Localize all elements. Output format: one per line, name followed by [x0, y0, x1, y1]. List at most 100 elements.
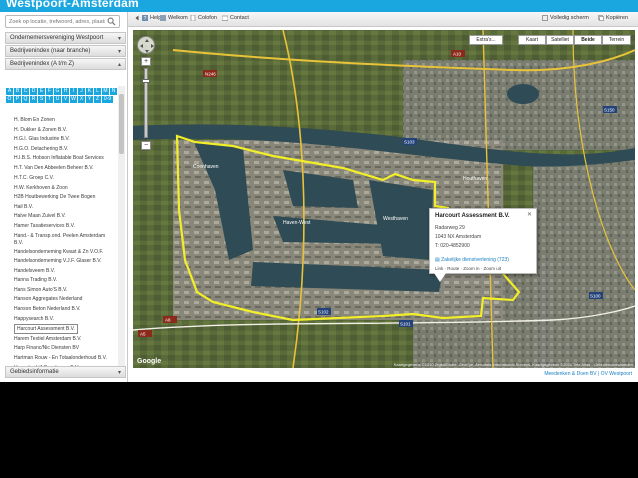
company-list-item[interactable]: H.W. Kerkhoven & Zoon — [14, 184, 114, 194]
popup-action-zoom-out[interactable]: Zoom uit — [484, 266, 502, 271]
company-list-item[interactable]: H. Blom En Zonen — [14, 116, 114, 126]
company-list-item[interactable]: H.G.I. Glas Industrie B.V. — [14, 135, 114, 145]
letter-button[interactable]: R — [30, 96, 37, 103]
letter-button[interactable]: Y — [86, 96, 93, 103]
pan-control[interactable] — [137, 36, 155, 54]
colofon-button[interactable]: Colofon — [190, 15, 217, 21]
company-name: Handelsonderneming Kwast & Zn V.O.F. — [14, 248, 104, 255]
maptype-satelliet[interactable]: Satelliet — [546, 35, 574, 45]
popup-category-link[interactable]: ▤ Zakelijke dienstverlening (723) — [435, 257, 509, 263]
letter-button[interactable]: S — [38, 96, 45, 103]
letter-button[interactable]: H — [62, 88, 69, 95]
zoom-out-button[interactable]: − — [141, 141, 151, 150]
scrollbar-thumb[interactable] — [119, 94, 124, 154]
company-list-item[interactable]: H.T.C. Groep C.V. — [14, 174, 114, 184]
company-name: H.T.C. Groep C.V. — [14, 174, 54, 181]
popup-action-link[interactable]: Link — [435, 266, 443, 271]
search-input[interactable] — [9, 17, 105, 27]
letter-button[interactable]: K — [86, 88, 93, 95]
letter-row: O P Q R S T U V W X Y Z 0-9 — [6, 96, 118, 103]
letter-button[interactable]: F — [46, 88, 53, 95]
copy-button[interactable]: Kopiëren — [598, 15, 628, 21]
letter-button[interactable]: Z — [94, 96, 101, 103]
company-list-item[interactable]: Hanson Aggregates Nederland — [14, 295, 114, 305]
letter-button[interactable]: D — [30, 88, 37, 95]
letter-button[interactable]: L — [94, 88, 101, 95]
company-list-item[interactable]: Happysearch B.V. — [14, 315, 114, 325]
close-icon[interactable]: ✕ — [527, 211, 532, 218]
company-list-item[interactable]: Halve Maan Zuivel B.V. — [14, 212, 114, 222]
letter-button[interactable]: U — [54, 96, 61, 103]
letter-button[interactable]: T — [46, 96, 53, 103]
company-name: Hans Simon Auto'S B.V. — [14, 286, 68, 293]
letter-button[interactable]: 0-9 — [102, 96, 113, 103]
company-list-item[interactable]: H.T. Van Den Abbeelen Beheer B.V. — [14, 164, 114, 174]
help-button[interactable]: ? Help — [142, 15, 161, 21]
letter-button[interactable]: A — [6, 88, 13, 95]
zoom-in-button[interactable]: + — [141, 57, 151, 66]
back-button[interactable] — [134, 15, 140, 21]
section-label: Ondernemersvereniging Westpoort — [10, 35, 104, 41]
satellite-map[interactable]: N246 A10 A5 S103 S102 S100 A8 S101 S150 … — [133, 30, 635, 368]
section-bedrijvenindex-branche[interactable]: Bedrijvenindex (naar branche) ▾ — [5, 45, 126, 57]
letter-button[interactable]: N — [110, 88, 117, 95]
label-haven-west: Haven-West — [283, 220, 311, 226]
company-list-item[interactable]: Handelsonderneming Kwast & Zn V.O.F. — [14, 249, 114, 256]
company-list-item[interactable]: Handelsveem B.V. — [14, 267, 114, 277]
company-list-item[interactable]: H2B Houtbewerking De Twee Bogen — [14, 193, 114, 203]
maptype-beide[interactable]: Beide — [574, 35, 602, 45]
extras-button[interactable]: Extra's... — [469, 35, 503, 45]
section-ondernemersvereniging[interactable]: Ondernemersvereniging Westpoort ▾ — [5, 32, 126, 44]
title-bar: Westpoort-Amsterdam — [0, 0, 638, 12]
section-bedrijvenindex-az[interactable]: Bedrijvenindex (A t/m Z) ▴ — [5, 58, 126, 70]
maptype-kaart[interactable]: Kaart — [518, 35, 546, 45]
company-name: Hanna Trading B.V. — [14, 277, 58, 284]
company-list-item[interactable]: H.I.B.S. Hobson Inflatable Boat Services — [14, 155, 114, 162]
footer-credits-link[interactable]: Meedenken & Doen BV | OV Westpoort — [544, 371, 632, 377]
letter-button[interactable]: O — [6, 96, 13, 103]
zoom-slider[interactable] — [142, 68, 150, 138]
sidebar-scrollbar[interactable] — [118, 86, 125, 376]
company-list-item[interactable]: Hail B.V. — [14, 203, 114, 213]
letter-button[interactable]: E — [38, 88, 45, 95]
maptype-terrein[interactable]: Terrein — [602, 35, 631, 45]
company-list-item[interactable]: H. Dukker & Zonen B.V. — [14, 126, 114, 136]
zoom-slider-knob[interactable] — [142, 79, 150, 83]
company-list-item[interactable]: Hamer Taxatieservices B.V. — [14, 222, 114, 232]
letter-button[interactable]: G — [54, 88, 61, 95]
mail-icon — [222, 15, 228, 21]
company-list-item[interactable]: Hanna Trading B.V. — [14, 276, 114, 286]
company-list-item[interactable]: Handelsonderneming V.J.F. Glaser B.V. — [14, 258, 114, 265]
section-gebiedsinformatie[interactable]: Gebiedsinformatie ▾ — [5, 366, 126, 378]
search-icon[interactable] — [107, 17, 116, 26]
letter-button[interactable]: B — [14, 88, 21, 95]
svg-text:A8: A8 — [165, 318, 171, 323]
letter-button[interactable]: V — [62, 96, 69, 103]
company-list-item[interactable]: Hans Simon Auto'S B.V. — [14, 286, 114, 296]
letter-button[interactable]: P — [14, 96, 21, 103]
company-list-item[interactable]: Harem Textiel Amsterdam B.V. — [14, 335, 114, 345]
contact-label: Contact — [230, 15, 249, 21]
letter-button[interactable]: Q — [22, 96, 29, 103]
letter-button[interactable]: X — [78, 96, 85, 103]
svg-text:S102: S102 — [318, 310, 329, 315]
colofon-label: Colofon — [198, 15, 217, 21]
welkom-button[interactable]: Welkom — [160, 15, 188, 21]
company-list-item[interactable]: Hand.- & Transp.ond. Peelen Amsterdam B.… — [14, 233, 114, 247]
letter-button[interactable]: M — [102, 88, 109, 95]
popup-action-zoom-in[interactable]: Zoom in — [463, 266, 479, 271]
company-list-item[interactable]: H.G.O. Detachering B.V. — [14, 145, 114, 155]
fullscreen-button[interactable]: Volledig scherm — [542, 15, 589, 21]
company-name: Hartman Rouw - En Totaalonderhoud B.V. — [14, 354, 107, 361]
letter-button[interactable]: J — [78, 88, 85, 95]
letter-button[interactable]: C — [22, 88, 29, 95]
copy-label: Kopiëren — [606, 15, 629, 21]
letter-button[interactable]: I — [70, 88, 77, 95]
company-list-item[interactable]: Harcourt Assessment B.V. — [14, 324, 114, 335]
company-list-item[interactable]: Harp Financ/Nic Diensten BV — [14, 344, 114, 354]
company-list-item[interactable]: Hanson Beton Nederland B.V. — [14, 305, 114, 315]
letter-button[interactable]: W — [70, 96, 77, 103]
popup-action-route[interactable]: Route — [447, 266, 459, 271]
contact-button[interactable]: Contact — [222, 15, 249, 21]
company-list-item[interactable]: Hartman Rouw - En Totaalonderhoud B.V. — [14, 355, 114, 362]
